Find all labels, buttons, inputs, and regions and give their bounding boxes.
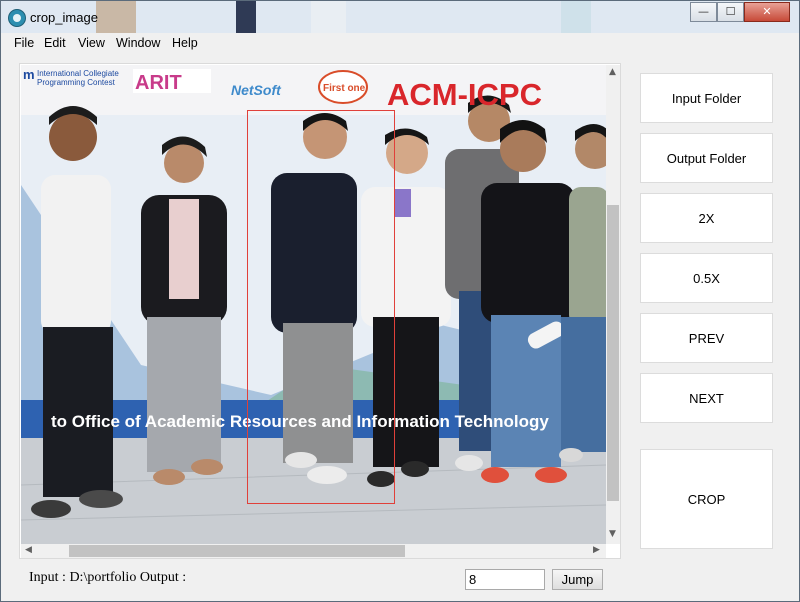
scroll-down-arrow-icon[interactable]: ▼ <box>609 529 616 539</box>
scroll-up-arrow-icon[interactable]: ▲ <box>609 67 616 77</box>
horizontal-scroll-thumb[interactable] <box>69 545 405 557</box>
zoom-2x-button[interactable]: 2X <box>640 193 773 243</box>
scroll-left-arrow-icon[interactable]: ◀ <box>25 545 32 555</box>
close-button[interactable]: ✕ <box>744 2 790 22</box>
photo-canvas[interactable]: m International Collegiate Programming C… <box>21 65 606 544</box>
crop-selection-rectangle[interactable] <box>247 110 395 504</box>
banner-icpc-line2: Programming Contest <box>37 78 116 87</box>
menu-edit[interactable]: Edit <box>44 36 66 50</box>
banner-icpc-line1: International Collegiate <box>37 69 119 78</box>
menu-bar: File Edit View Window Help <box>1 33 799 53</box>
horizontal-scrollbar[interactable]: ◀ ▶ <box>21 544 606 558</box>
background-strip <box>96 1 136 33</box>
zoom-half-button[interactable]: 0.5X <box>640 253 773 303</box>
svg-text:m: m <box>23 67 35 82</box>
prev-button[interactable]: PREV <box>640 313 773 363</box>
menu-window[interactable]: Window <box>116 36 160 50</box>
vertical-scroll-thumb[interactable] <box>607 205 619 501</box>
scroll-right-arrow-icon[interactable]: ▶ <box>593 545 600 555</box>
output-folder-button[interactable]: Output Folder <box>640 133 773 183</box>
menu-help[interactable]: Help <box>172 36 198 50</box>
image-viewer[interactable]: m International Collegiate Programming C… <box>19 63 621 559</box>
status-text: Input : D:\portfolio Output : <box>29 570 187 585</box>
banner-first-one: First one <box>323 83 366 94</box>
background-strip <box>236 1 256 33</box>
app-icon <box>8 9 26 27</box>
background-strip <box>311 1 346 33</box>
jump-button[interactable]: Jump <box>552 569 603 590</box>
app-window: crop_image — ☐ ✕ File Edit View Window H… <box>0 0 800 602</box>
banner-acm-icpc: ACM-ICPC <box>387 77 542 112</box>
title-bar[interactable]: crop_image — ☐ ✕ <box>1 1 799 33</box>
vertical-scrollbar[interactable]: ▲ ▼ <box>606 65 620 544</box>
banner-netsoft: NetSoft <box>231 82 282 98</box>
banner-arit: ARIT <box>135 72 182 94</box>
background-strip <box>561 1 591 33</box>
crop-button[interactable]: CROP <box>640 449 773 549</box>
minimize-button[interactable]: — <box>690 2 717 22</box>
window-title: crop_image <box>30 10 98 25</box>
menu-file[interactable]: File <box>14 36 34 50</box>
next-button[interactable]: NEXT <box>640 373 773 423</box>
maximize-button[interactable]: ☐ <box>717 2 744 22</box>
menu-view[interactable]: View <box>78 36 105 50</box>
input-folder-button[interactable]: Input Folder <box>640 73 773 123</box>
page-number-input[interactable] <box>465 569 545 590</box>
